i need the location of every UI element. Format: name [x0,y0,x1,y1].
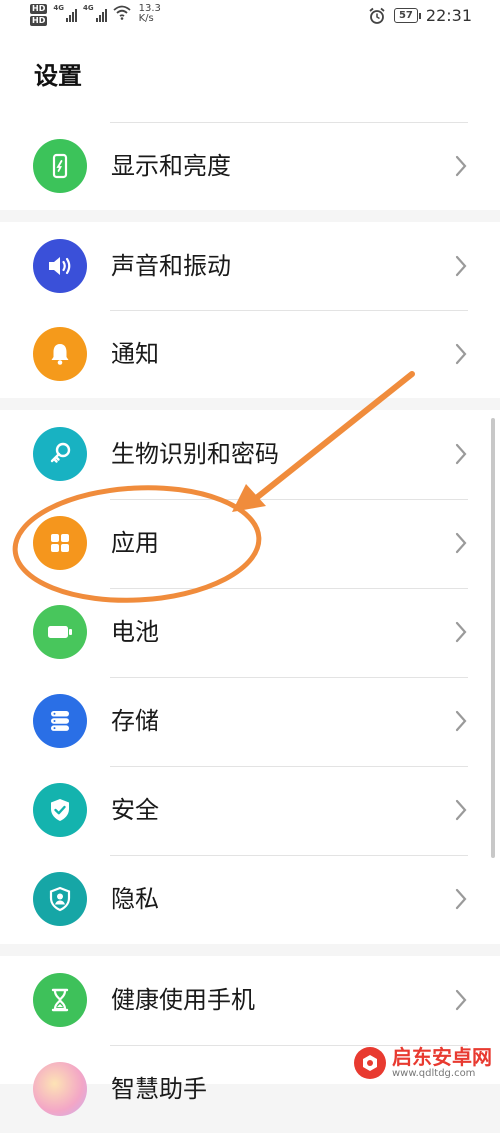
settings-item-label: 显示和亮度 [111,152,231,180]
hd-badge-2: HD [30,16,48,26]
settings-item-label: 生物识别和密码 [111,440,279,468]
chevron-right-icon [455,255,467,277]
row-divider [110,855,468,856]
network-type-2: 4G [82,4,94,12]
chevron-right-icon [455,155,467,177]
row-divider [110,499,468,500]
settings-group-1: 显示和亮度 [0,122,500,210]
chevron-right-icon [455,343,467,365]
settings-item-notifications[interactable]: 通知 [0,310,500,398]
settings-item-battery[interactable]: 电池 [0,588,500,676]
chevron-right-icon [455,799,467,821]
scrollbar[interactable] [491,418,495,858]
settings-item-label: 隐私 [111,885,159,913]
row-divider [110,122,468,123]
settings-header: 设置 [0,36,500,122]
speaker-icon [33,239,87,293]
settings-item-digital-balance[interactable]: 健康使用手机 [0,956,500,1044]
status-right: 57 22:31 [368,6,472,25]
signal-icon-1: 4G [53,4,77,22]
network-type-1: 4G [53,4,64,12]
chevron-right-icon [455,989,467,1011]
page-title: 设置 [34,62,82,90]
settings-item-label: 健康使用手机 [111,986,255,1014]
bell-icon [33,327,87,381]
settings-item-label: 安全 [111,796,159,824]
settings-item-privacy[interactable]: 隐私 [0,855,500,943]
battery-indicator: 57 [393,8,421,23]
network-speed: 13.3 K/s [139,4,161,24]
settings-item-security[interactable]: 安全 [0,766,500,854]
settings-item-label: 通知 [111,340,159,368]
watermark-url: www.qdltdg.com [392,1068,476,1079]
apps-grid-icon [33,516,87,570]
settings-item-apps[interactable]: 应用 [0,499,500,587]
battery-icon [33,605,87,659]
shield-check-icon [33,783,87,837]
settings-item-sound[interactable]: 声音和振动 [0,222,500,310]
chevron-right-icon [455,532,467,554]
chevron-right-icon [455,888,467,910]
settings-item-biometrics[interactable]: 生物识别和密码 [0,410,500,498]
key-icon [33,427,87,481]
settings-group-2: 声音和振动 通知 [0,222,500,398]
status-left: HD HD 4G 4G 13.3 K/s [30,4,161,26]
chevron-right-icon [455,443,467,465]
settings-item-label: 存储 [111,707,159,735]
settings-item-display[interactable]: 显示和亮度 [0,122,500,210]
chevron-right-icon [455,710,467,732]
assistant-icon [33,1062,87,1116]
storage-icon [33,694,87,748]
row-divider [110,766,468,767]
wifi-icon [113,5,131,20]
hd-indicators: HD HD [30,4,48,26]
signal-icon-2: 4G [83,4,107,22]
settings-item-storage[interactable]: 存储 [0,677,500,765]
settings-group-3: 生物识别和密码 应用 电池 存储 安全 隐私 [0,410,500,944]
settings-item-label: 智慧助手 [111,1075,207,1103]
settings-item-label: 声音和振动 [111,252,231,280]
speed-unit: K/s [138,13,154,24]
settings-item-label: 应用 [111,529,159,557]
alarm-icon [369,7,385,24]
status-bar: HD HD 4G 4G 13.3 K/s 57 22:31 [0,0,500,36]
watermark-logo-icon [354,1047,386,1079]
row-divider [110,677,468,678]
display-brightness-icon [33,139,87,193]
settings-item-label: 电池 [111,618,159,646]
row-divider [110,310,468,311]
hd-badge-1: HD [30,4,48,14]
watermark-name: 启东安卓网 [392,1045,492,1069]
chevron-right-icon [455,621,467,643]
watermark: 启东安卓网 www.qdltdg.com [354,1046,492,1080]
privacy-shield-icon [33,872,87,926]
row-divider [110,588,468,589]
clock: 22:31 [425,6,472,25]
hourglass-icon [33,973,87,1027]
